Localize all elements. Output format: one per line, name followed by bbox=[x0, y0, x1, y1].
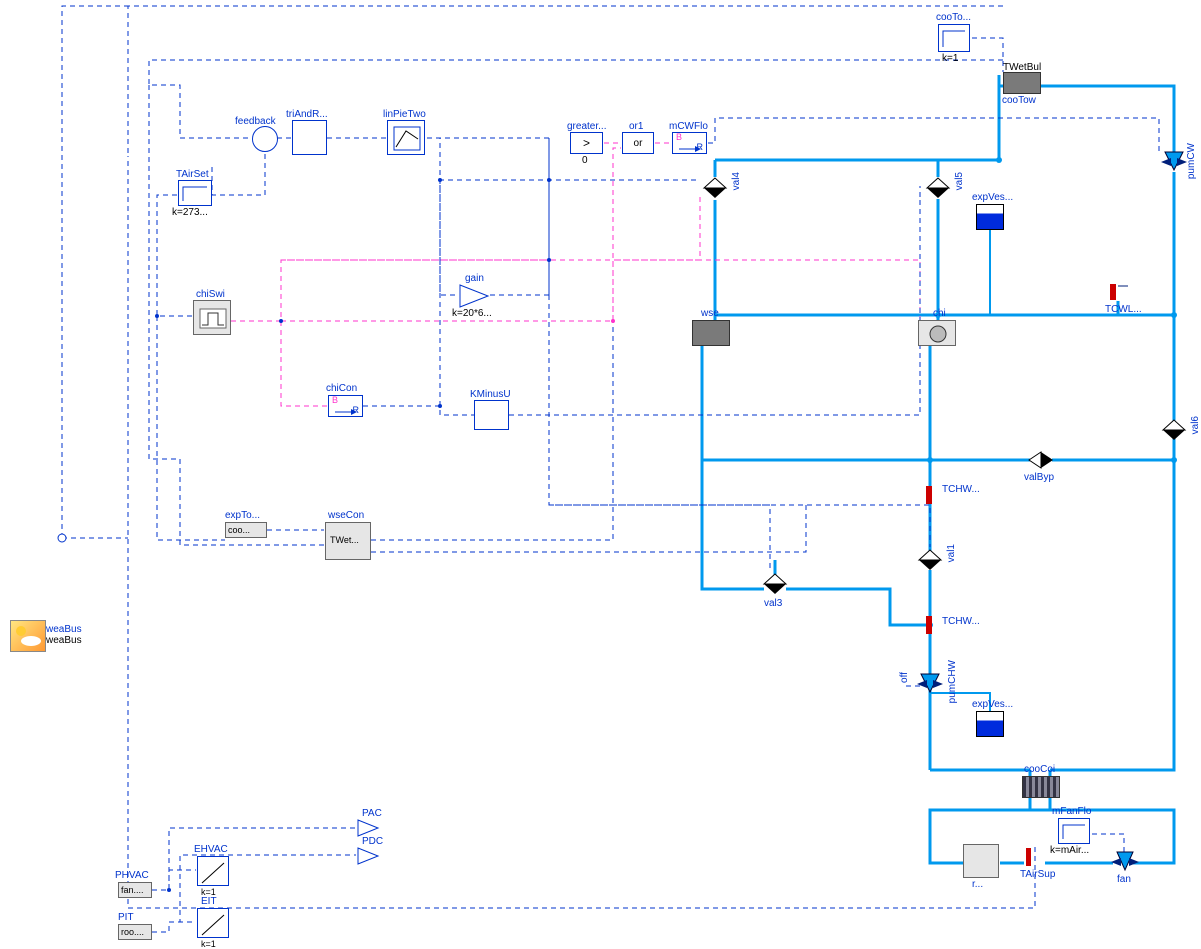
block-KMinusU[interactable] bbox=[474, 400, 509, 430]
block-val6[interactable] bbox=[1159, 418, 1189, 442]
PIT-text: roo.... bbox=[121, 927, 144, 937]
block-val4[interactable] bbox=[700, 176, 730, 200]
block-fan[interactable] bbox=[1111, 850, 1139, 874]
block-TCWL[interactable] bbox=[1108, 282, 1132, 304]
block-or1[interactable]: or bbox=[622, 132, 654, 154]
block-cooTow[interactable] bbox=[1003, 72, 1041, 94]
block-cooCoi[interactable] bbox=[1022, 776, 1060, 798]
block-EHVAC[interactable] bbox=[197, 856, 229, 886]
expTo-text: coo... bbox=[228, 525, 250, 535]
block-TCHW-lower[interactable] bbox=[912, 614, 936, 634]
block-EIT[interactable] bbox=[197, 908, 229, 938]
block-chi[interactable] bbox=[918, 320, 956, 346]
block-valByp[interactable] bbox=[1027, 448, 1055, 472]
block-pumCW[interactable] bbox=[1159, 150, 1189, 174]
block-triAndR[interactable] bbox=[292, 120, 327, 155]
block-mCWFlo[interactable]: B R bbox=[672, 132, 707, 154]
block-PIT[interactable]: roo.... bbox=[118, 924, 152, 940]
block-val5[interactable] bbox=[923, 176, 953, 200]
block-linPieTwo[interactable] bbox=[387, 120, 425, 155]
block-gain[interactable] bbox=[458, 283, 492, 309]
or1-text: or bbox=[634, 138, 643, 149]
block-val1[interactable] bbox=[915, 548, 945, 572]
block-TAirSup[interactable] bbox=[1024, 846, 1046, 866]
block-feedback[interactable] bbox=[252, 126, 278, 152]
block-expTo[interactable]: coo... bbox=[225, 522, 267, 538]
diagram-canvas: cooTo... k=1 cooTow TWetBul pumCW feedba… bbox=[0, 0, 1201, 949]
block-TAirSet[interactable] bbox=[178, 180, 212, 206]
block-wseCon[interactable]: TWet... bbox=[325, 522, 371, 560]
block-val3[interactable] bbox=[760, 572, 790, 596]
block-mFanFlo[interactable] bbox=[1058, 818, 1090, 844]
block-cooTo[interactable] bbox=[938, 24, 970, 52]
block-PHVAC[interactable]: fan.... bbox=[118, 882, 152, 898]
block-weaBus[interactable] bbox=[10, 620, 46, 652]
block-pumCHW[interactable] bbox=[915, 672, 945, 696]
block-greater[interactable]: > bbox=[570, 132, 603, 154]
block-room[interactable] bbox=[963, 844, 999, 878]
block-wse[interactable] bbox=[692, 320, 730, 346]
block-expVes1[interactable] bbox=[976, 204, 1004, 230]
wseCon-text: TWet... bbox=[330, 535, 359, 545]
block-chiSwi[interactable] bbox=[193, 300, 231, 335]
block-chiCon[interactable]: B R bbox=[328, 395, 363, 417]
block-expVes2[interactable] bbox=[976, 711, 1004, 737]
PHVAC-text: fan.... bbox=[121, 885, 144, 895]
block-TCHW-upper[interactable] bbox=[912, 484, 936, 504]
